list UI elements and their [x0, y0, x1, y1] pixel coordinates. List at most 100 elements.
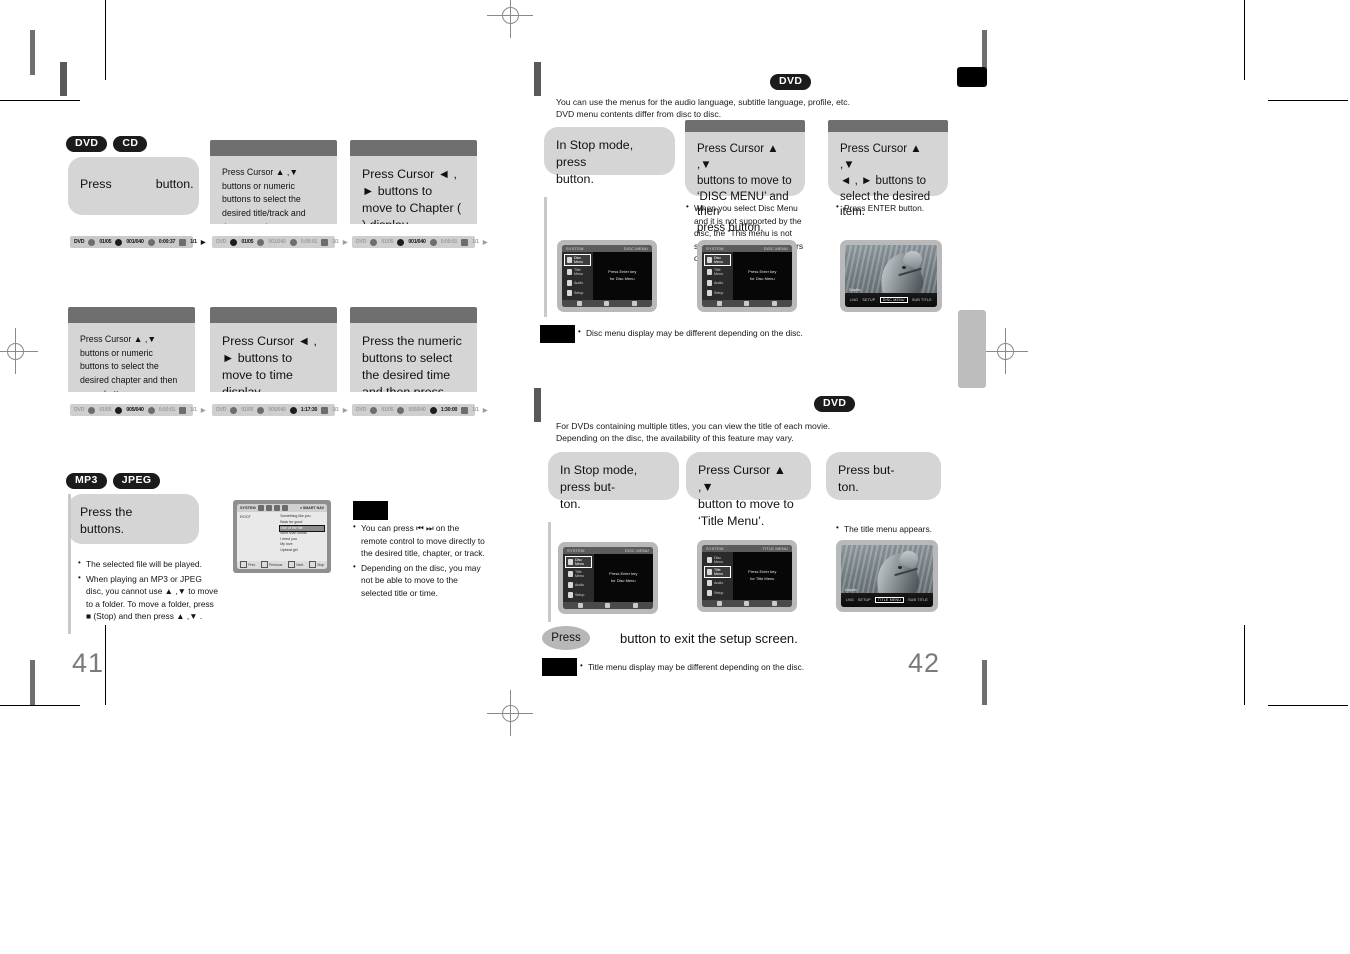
side-thumb-tab: [958, 310, 986, 388]
osd-button-lng[interactable]: LNG: [850, 298, 858, 302]
osd-chapter: 001/040: [408, 239, 426, 245]
dm-screen-2: SYSTEM DISC MENU Disc Menu Title Menu Au…: [697, 240, 797, 312]
gear-icon: [567, 290, 572, 297]
osd-item-disc-menu[interactable]: Disc Menu: [564, 254, 591, 267]
mp3-icon-4: [281, 505, 288, 512]
crop-mark-tl-v: [105, 0, 106, 80]
mp3-footer-next[interactable]: Next: [287, 561, 303, 569]
osd-audio: 1/1: [472, 239, 479, 245]
mp3-footer-stop[interactable]: Stop: [308, 561, 324, 569]
osd-item-title-menu[interactable]: Title Menu: [704, 566, 731, 579]
osd-item-setup[interactable]: Setup: [565, 590, 592, 600]
dolphin-photo-title: Dolphin LNG SETUP TITLE MENU SUB TITLE: [841, 545, 933, 607]
osd-item-setup[interactable]: Setup: [564, 288, 591, 298]
tm-step-card-1: In Stop mode, press but- ton.: [548, 452, 679, 511]
osd-topbar: SYSTEM TITLE MENU: [702, 545, 792, 553]
osd-message-line2: for Disc Menu: [610, 578, 636, 584]
osd-item-audio[interactable]: Audio: [704, 278, 731, 288]
audio-icon: [461, 238, 469, 246]
osd-button-title-menu-selected[interactable]: TITLE MENU: [874, 597, 905, 604]
dm-screen-3: Dolphin LNG SETUP DISC MENU SUB TITLE: [840, 240, 942, 312]
osd-audio: 1/1: [332, 239, 339, 245]
registration-mark-bottom: [487, 690, 533, 736]
osd-topbar: SYSTEM DISC MENU: [562, 245, 652, 253]
dm-step-3-cap: [828, 120, 948, 132]
step-1-bubble: Press button.: [68, 157, 199, 215]
osd-time: 0:00:37: [158, 239, 176, 245]
play-icon: ▶: [482, 407, 488, 414]
dolphin-osd-bar: LNG SETUP DISC MENU SUB TITLE: [845, 293, 937, 307]
osd-disc-type: DVD: [356, 239, 367, 245]
title-menu-intro-line2: Depending on the disc, the availability …: [556, 433, 794, 444]
title-icon: [88, 406, 96, 414]
badge-jpeg: JPEG: [112, 473, 161, 490]
dolphin-osd-bar: LNG SETUP TITLE MENU SUB TITLE: [841, 593, 933, 607]
osd-rail[interactable]: Disc Menu Title Menu Audio Setup: [562, 252, 593, 301]
step-1-text-after: button.: [155, 177, 194, 192]
osd-item-setup[interactable]: Setup: [704, 288, 731, 298]
section-bar-right-top: [534, 62, 541, 96]
title-icon: [88, 238, 96, 246]
osd-time: 1:30:00: [440, 407, 458, 413]
trim-bar-top-left: [30, 30, 35, 75]
tm-step-3-line1: Press but-: [838, 463, 895, 477]
step-card-1: Press button.: [68, 157, 199, 215]
tm-step-3-line2: ton.: [838, 480, 859, 495]
list-item[interactable]: Upbeat girl: [280, 548, 324, 554]
osd-message-line1: Press Enter key: [748, 269, 777, 275]
mp3-footer-previous[interactable]: Previous: [260, 561, 282, 569]
osd-item-disc-menu[interactable]: Disc Menu: [704, 554, 731, 566]
osd-message-line2: for Title Menu: [750, 576, 775, 582]
osd-button-setup[interactable]: SETUP: [858, 598, 871, 602]
osd-hint-icon: [577, 301, 583, 307]
play-icon: ▶: [200, 407, 206, 414]
osd-topbar: SYSTEM DISC MENU: [702, 245, 792, 253]
osd-item-disc-menu[interactable]: Disc Menu: [704, 254, 731, 267]
title-icon: [370, 238, 378, 246]
osd-item-title-menu[interactable]: Title Menu: [564, 266, 591, 278]
osd-button-subtitle[interactable]: SUB TITLE: [908, 598, 928, 602]
osd-topbar-left: SYSTEM: [566, 246, 584, 252]
mp3-folder-pane: ROOT: [237, 512, 277, 560]
tm-screen-3: Dolphin LNG SETUP TITLE MENU SUB TITLE: [836, 540, 938, 612]
note-flag-title-menu: [542, 658, 577, 676]
mp3-track-list[interactable]: Something like you Back for good One of …: [277, 512, 327, 560]
dm-step-card-2: Press Cursor ▲ ,▼ buttons to move to ‘DI…: [685, 120, 805, 234]
mp3-icon-2: [265, 505, 272, 512]
step-6-cap: [350, 307, 477, 323]
osd-rail[interactable]: Disc Menu Title Menu Audio Setup: [702, 552, 733, 601]
osd-message: Press Enter key for Disc Menu: [733, 252, 792, 300]
osd-rail[interactable]: Disc Menu Title Menu Audio Setup: [702, 252, 733, 301]
press-chip: Press: [542, 626, 590, 650]
osd-button-setup[interactable]: SETUP: [862, 298, 875, 302]
tm-step-3-bubble: Press but- ton.: [826, 452, 941, 500]
play-icon: ▶: [342, 407, 348, 414]
dm-step-3-bubble: Press Cursor ▲ ,▼ ◄ , ► buttons to selec…: [828, 132, 948, 218]
osd-button-lng[interactable]: LNG: [846, 598, 854, 602]
step-5-text: Press Cursor ◄ , ► buttons to move to ti…: [222, 334, 317, 399]
osd-hint-icon: [744, 601, 750, 607]
osd-item-disc-menu[interactable]: Disc Menu: [565, 556, 592, 569]
osd-hint-icon: [771, 601, 777, 607]
osd-hint-icon: [632, 603, 638, 609]
step-5-osd-strip: DVD 01/05 005/040 1:17:30 1/1 ▶: [212, 404, 347, 416]
osd-item-title-menu[interactable]: Title Menu: [704, 266, 731, 278]
osd-item-audio[interactable]: Audio: [564, 278, 591, 288]
step-2-osd-strip: DVD 01/05 001/040 0:00:01 1/1 ▶: [212, 236, 347, 248]
section-bar-right-bottom: [534, 388, 541, 422]
title-menu-footer-note: Title menu display may be different depe…: [580, 660, 920, 676]
mp3-footer-prev[interactable]: Prev: [239, 561, 255, 569]
title-icon: [707, 269, 712, 276]
osd-button-subtitle[interactable]: SUB TITLE: [912, 298, 932, 302]
tm-step-1-line3: ton.: [560, 497, 581, 512]
osd-button-disc-menu-selected[interactable]: DISC MENU: [879, 297, 908, 304]
osd-item-audio[interactable]: Audio: [565, 580, 592, 590]
osd-rail[interactable]: Disc Menu Title Menu Audio Setup: [563, 554, 594, 603]
osd-item-setup[interactable]: Setup: [704, 588, 731, 598]
audio-icon: [461, 406, 469, 414]
osd-chapter: 005/040: [268, 407, 286, 413]
dm-step-3-note-1: Press ENTER button.: [836, 201, 956, 215]
title-icon: [230, 238, 238, 246]
osd-item-audio[interactable]: Audio: [704, 578, 731, 588]
osd-item-title-menu[interactable]: Title Menu: [565, 568, 592, 580]
